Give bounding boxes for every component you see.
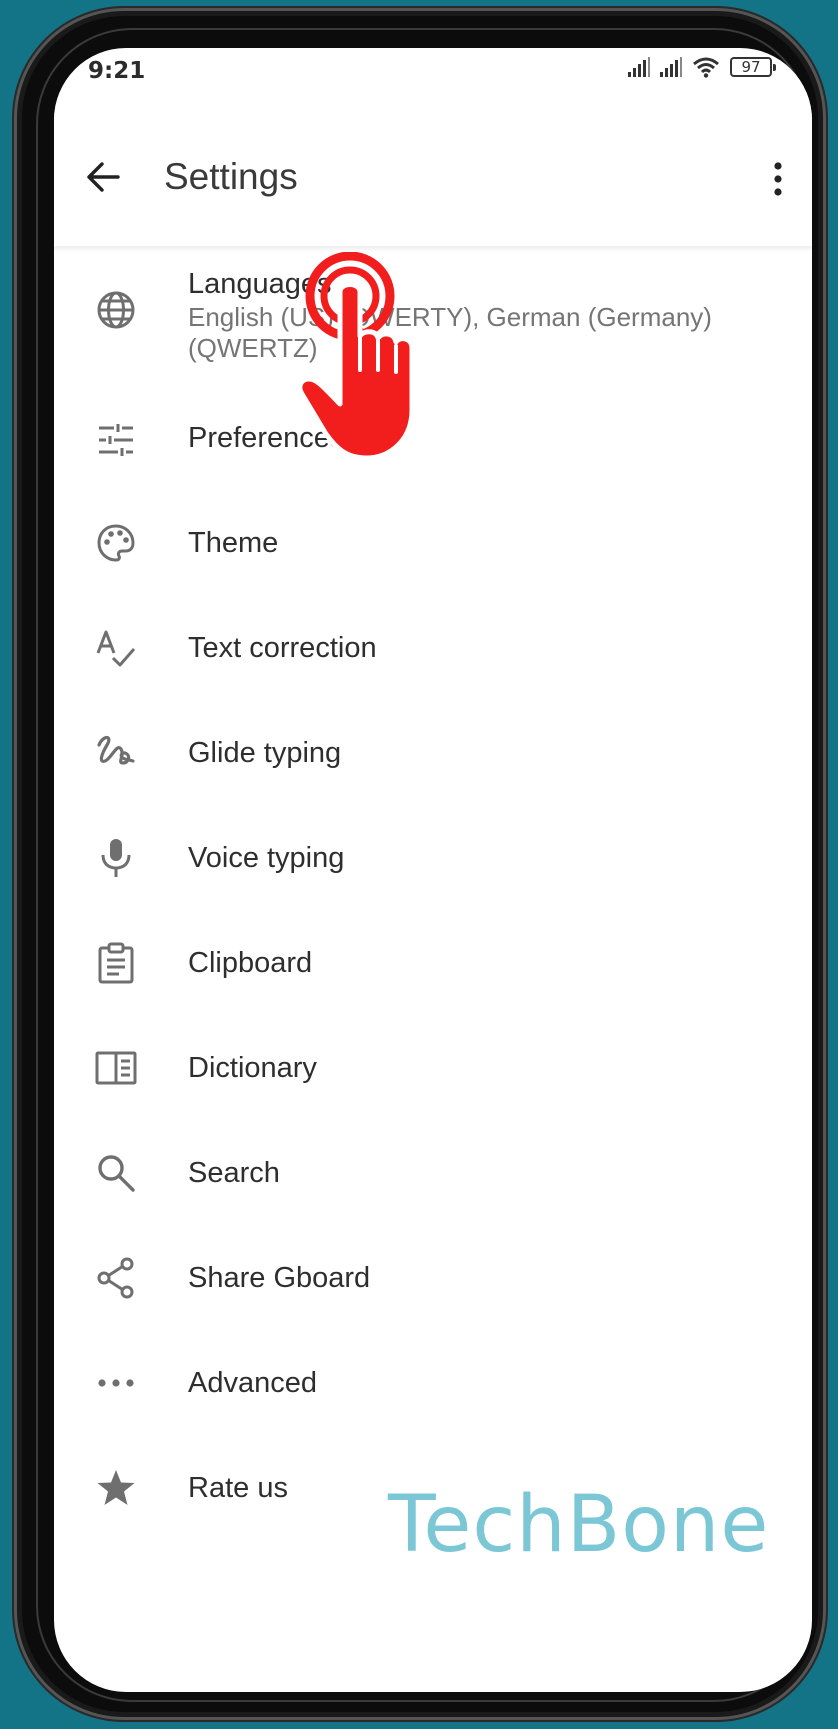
settings-item-label: Voice typing [188, 842, 345, 874]
share-icon [94, 1256, 138, 1300]
palette-icon [94, 521, 138, 565]
settings-item-dictionary[interactable]: Dictionary [54, 1016, 812, 1120]
settings-item-theme[interactable]: Theme [54, 491, 812, 595]
gesture-icon [94, 731, 138, 775]
book-icon [94, 1046, 138, 1090]
settings-item-label: Search [188, 1157, 280, 1189]
more-vertical-icon [774, 162, 782, 196]
back-button[interactable] [78, 152, 128, 202]
status-bar: 9:21 97 [54, 48, 812, 92]
settings-item-label: Dictionary [188, 1052, 317, 1084]
tune-icon [94, 418, 138, 462]
settings-item-label: Text correction [188, 632, 377, 664]
watermark: TechBone [388, 1480, 770, 1570]
settings-item-subtitle: English (US) (QWERTY), German (Germany) … [188, 302, 712, 363]
settings-item-advanced[interactable]: Advanced [54, 1331, 812, 1435]
arrow-back-icon [87, 162, 120, 192]
settings-item-search[interactable]: Search [54, 1121, 812, 1225]
microphone-icon [94, 836, 138, 880]
globe-icon [94, 288, 138, 332]
star-icon [94, 1466, 138, 1510]
more-horizontal-icon [94, 1361, 138, 1405]
battery-icon: 97 [730, 57, 776, 77]
status-icons: 97 [628, 56, 776, 78]
app-bar: Settings [54, 92, 812, 246]
spellcheck-icon [94, 626, 138, 670]
settings-item-label: Theme [188, 527, 279, 559]
settings-item-clipboard[interactable]: Clipboard [54, 911, 812, 1015]
signal-icon-2 [660, 57, 682, 77]
settings-item-label: Advanced [188, 1367, 317, 1399]
settings-item-label: Clipboard [188, 947, 313, 979]
settings-item-text-correction[interactable]: Text correction [54, 596, 812, 700]
settings-item-label: Glide typing [188, 737, 342, 769]
settings-item-glide-typing[interactable]: Glide typing [54, 701, 812, 805]
signal-icon [628, 57, 650, 77]
status-time: 9:21 [88, 58, 146, 84]
search-icon [94, 1151, 138, 1195]
settings-item-voice-typing[interactable]: Voice typing [54, 806, 812, 910]
wifi-icon [693, 57, 719, 78]
settings-item-label: Rate us [188, 1472, 288, 1504]
clipboard-icon [94, 941, 138, 985]
page-title: Settings [164, 156, 298, 197]
settings-item-label: Share Gboard [188, 1262, 371, 1294]
settings-item-share-gboard[interactable]: Share Gboard [54, 1226, 812, 1330]
more-options-button[interactable] [754, 154, 802, 204]
tap-hand-icon [297, 252, 415, 461]
